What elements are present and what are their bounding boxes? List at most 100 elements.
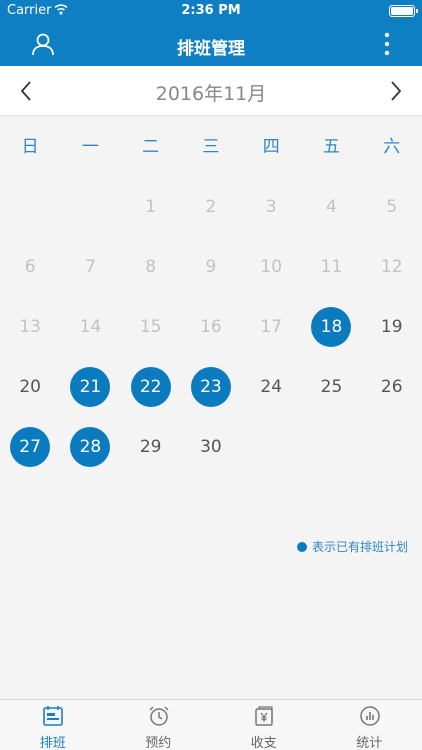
calendar-empty-cell <box>60 177 120 237</box>
calendar-day-number: 21 <box>70 367 111 407</box>
calendar-day-number: 26 <box>380 377 403 397</box>
weekday-label: 二 <box>142 137 160 157</box>
calendar-day-number: 8 <box>145 257 157 277</box>
calendar-day-scheduled[interactable]: 27 <box>0 417 60 477</box>
calendar-day-number: 10 <box>260 257 283 277</box>
status-time: 2:36 PM <box>181 3 241 18</box>
calendar-day[interactable]: 2 <box>181 177 241 237</box>
calendar-day[interactable]: 6 <box>0 237 60 297</box>
calendar-day[interactable]: 19 <box>362 297 422 357</box>
legend-text: 表示已有排班计划 <box>311 540 408 554</box>
calendar-day-number: 4 <box>326 197 337 217</box>
calendar-day-number: 24 <box>260 377 283 397</box>
calendar-day[interactable]: 15 <box>121 297 181 357</box>
calendar-day[interactable]: 3 <box>241 177 301 237</box>
calendar-day-scheduled[interactable]: 23 <box>181 357 241 417</box>
scheduled-dot-icon <box>296 541 307 552</box>
calendar-day-number: 9 <box>205 257 217 277</box>
weekday-label: 五 <box>322 137 340 157</box>
calendar-day-number: 11 <box>320 257 343 277</box>
calendar-day-number: 14 <box>79 317 102 337</box>
legend: 表示已有排班计划 <box>296 538 408 555</box>
calendar-day-number: 17 <box>260 317 283 337</box>
calendar-day[interactable]: 13 <box>0 297 60 357</box>
calendar-day-number: 2 <box>205 197 217 217</box>
battery-icon <box>389 5 418 17</box>
calendar-day[interactable]: 26 <box>362 357 422 417</box>
calendar-day[interactable]: 14 <box>60 297 120 357</box>
weekday-label: 三 <box>202 137 220 157</box>
calendar-day-number: 6 <box>24 257 36 277</box>
schedule-icon <box>43 706 63 726</box>
calendar-day-scheduled[interactable]: 28 <box>60 417 120 477</box>
tab-appointment[interactable]: 预约 <box>106 700 212 750</box>
calendar-day[interactable]: 16 <box>181 297 241 357</box>
calendar-day-number: 5 <box>386 197 398 217</box>
calendar-grid: 1 2 3 4 5 6 7 8 9 10 11 12 13 14 15 16 17 18 19 20 21 22 23 24 2… <box>0 177 422 477</box>
tab-label: 收支 <box>250 736 277 750</box>
tab-bar: 排班 预约 收支 统计 <box>0 699 422 750</box>
calendar-day[interactable]: 17 <box>241 297 301 357</box>
tab-schedule[interactable]: 排班 <box>0 700 106 750</box>
calendar-day[interactable]: 25 <box>301 357 361 417</box>
tab-label: 预约 <box>145 736 172 750</box>
calendar-day-number: 15 <box>139 317 162 337</box>
calendar-day-number: 29 <box>139 437 162 457</box>
calendar-empty-cell <box>362 417 422 477</box>
calendar-day-scheduled[interactable]: 18 <box>301 297 361 357</box>
calendar-empty-cell <box>0 177 60 237</box>
calendar-day-number: 23 <box>190 367 231 407</box>
calendar-day-number: 12 <box>380 257 403 277</box>
tab-label: 排班 <box>39 736 66 750</box>
month-selector: 2016年11月 <box>0 66 422 116</box>
calendar-empty-cell <box>241 417 301 477</box>
calendar-day[interactable]: 8 <box>121 237 181 297</box>
calendar-day-number: 1 <box>145 197 157 217</box>
calendar-day-scheduled[interactable]: 22 <box>121 357 181 417</box>
calendar-day-number: 16 <box>200 317 222 337</box>
calendar-day[interactable]: 20 <box>0 357 60 417</box>
calendar-week-row: 6 7 8 9 10 11 12 <box>0 237 422 297</box>
calendar-empty-cell <box>301 417 361 477</box>
weekday-header: 日 一 二 三 四 五 六 <box>0 132 422 162</box>
calendar-week-row: 1 2 3 4 5 <box>0 177 422 237</box>
calendar-day[interactable]: 29 <box>121 417 181 477</box>
calendar-day[interactable]: 12 <box>362 237 422 297</box>
calendar-day-number: 13 <box>19 317 41 337</box>
calendar-day[interactable]: 11 <box>301 237 361 297</box>
tab-finance[interactable]: 收支 <box>211 700 317 750</box>
page-title: 排班管理 <box>177 39 245 59</box>
tab-label: 统计 <box>356 736 383 750</box>
calendar-day-number: 18 <box>311 307 352 347</box>
tab-statistics[interactable]: 统计 <box>317 700 422 750</box>
calendar-day-number: 20 <box>19 377 41 397</box>
calendar-day-number: 30 <box>200 437 222 457</box>
calendar-day[interactable]: 9 <box>181 237 241 297</box>
weekday-label: 四 <box>262 137 280 157</box>
alarm-clock-icon <box>148 706 169 726</box>
calendar-day-number: 22 <box>130 367 171 407</box>
calendar-day[interactable]: 5 <box>362 177 422 237</box>
calendar-day-number: 28 <box>70 427 111 467</box>
money-icon <box>255 706 273 726</box>
calendar-week-row: 13 14 15 16 17 18 19 <box>0 297 422 357</box>
calendar-week-row: 27 28 29 30 <box>0 417 422 477</box>
calendar-day[interactable]: 1 <box>121 177 181 237</box>
calendar-week-row: 20 21 22 23 24 25 26 <box>0 357 422 417</box>
calendar-day[interactable]: 10 <box>241 237 301 297</box>
weekday-label: 一 <box>81 137 99 157</box>
calendar-day-number: 19 <box>380 317 403 337</box>
calendar-day-number: 3 <box>265 197 277 217</box>
weekday-label: 日 <box>21 137 39 157</box>
calendar-day[interactable]: 4 <box>301 177 361 237</box>
stats-icon <box>359 706 380 726</box>
month-label: 2016年11月 <box>155 83 267 105</box>
calendar-day[interactable]: 24 <box>241 357 301 417</box>
calendar-day[interactable]: 7 <box>60 237 120 297</box>
calendar-day[interactable]: 30 <box>181 417 241 477</box>
calendar-day-scheduled[interactable]: 21 <box>60 357 120 417</box>
navigation-bar: 排班管理 <box>0 22 422 66</box>
calendar-day-number: 27 <box>10 427 51 467</box>
more-vertical-icon[interactable] <box>382 32 392 56</box>
chevron-right-icon[interactable] <box>384 78 406 104</box>
